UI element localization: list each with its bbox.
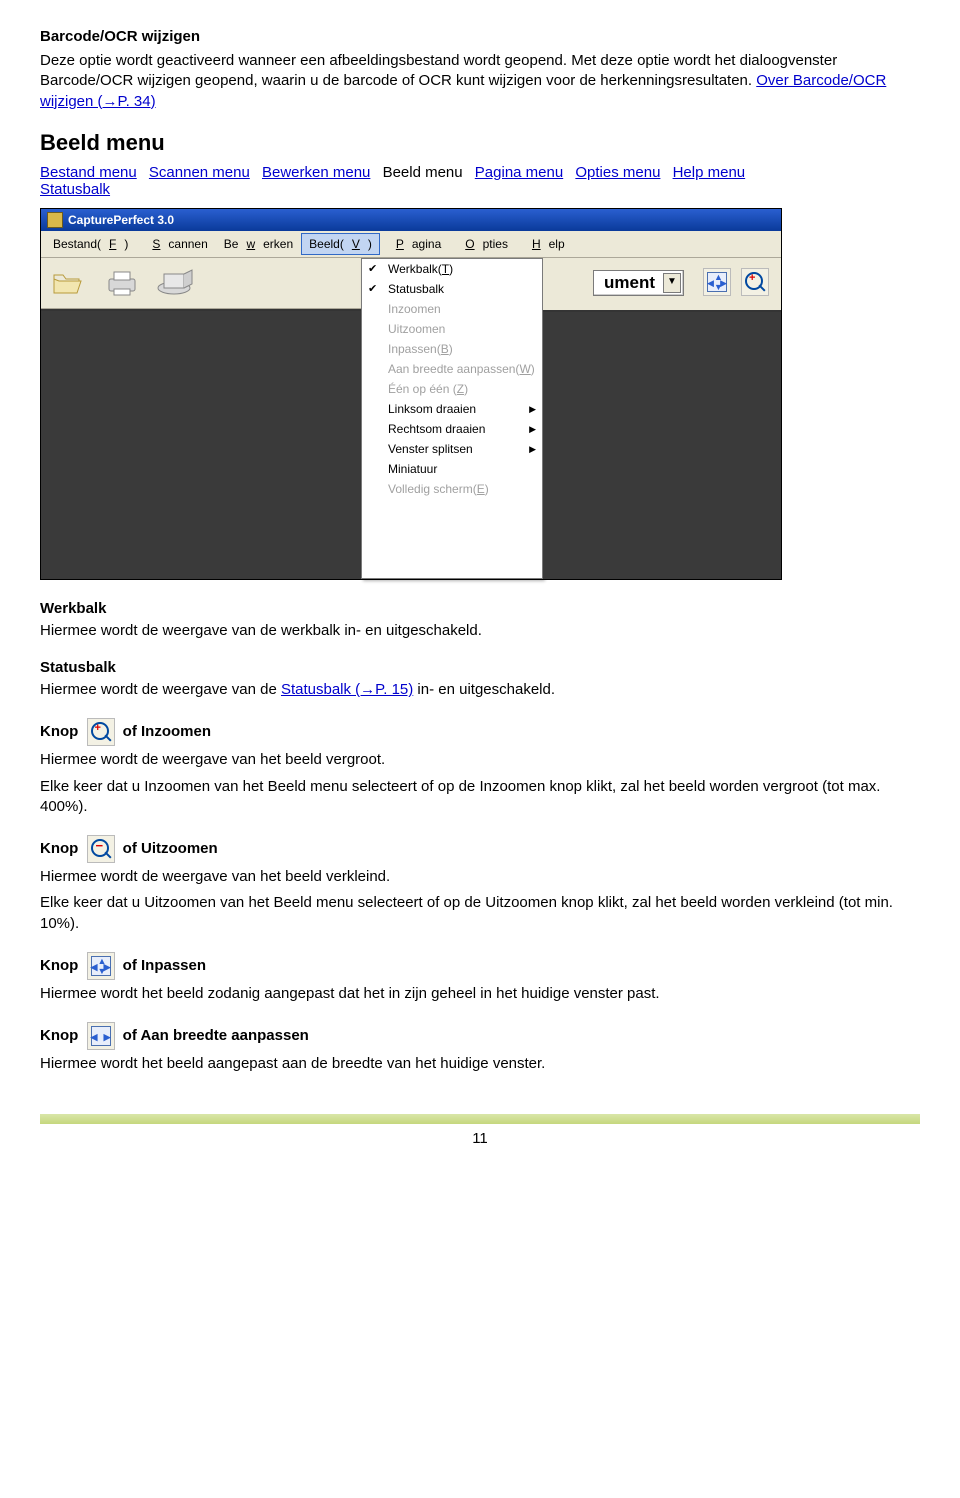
toolbar-scan-icon[interactable]	[155, 264, 197, 302]
menu-help[interactable]: Help	[516, 233, 573, 255]
link-statusbalk[interactable]: Statusbalk (→P. 15)	[281, 681, 413, 698]
knop-label: Knop	[40, 840, 78, 857]
nav-bestand[interactable]: Bestand menu	[40, 164, 137, 181]
menu-item-statusbalk[interactable]: Statusbalk	[362, 279, 542, 299]
menu-item-rechtsom-draaien[interactable]: Rechtsom draaien	[362, 419, 542, 439]
statusbalk-t1: Hiermee wordt de weergave van de	[40, 681, 281, 698]
zoom-in-icon: +	[87, 718, 115, 746]
app-screenshot: CapturePerfect 3.0 Bestand(F)ScannenBewe…	[40, 208, 920, 580]
app-icon	[47, 212, 63, 228]
statusbalk-title: Statusbalk	[40, 659, 920, 676]
nav-beeld: Beeld menu	[383, 164, 463, 181]
nav-bewerken[interactable]: Bewerken menu	[262, 164, 370, 181]
breedte-title: Knop ◀▶ of Aan breedte aanpassen	[40, 1022, 920, 1050]
menu-item-uitzoomen: Uitzoomen	[362, 319, 542, 339]
page-number: 11	[40, 1130, 920, 1147]
chevron-down-icon[interactable]: ▼	[663, 273, 681, 293]
menu-opties[interactable]: Opties	[449, 233, 516, 255]
inzoomen-l1: Hiermee wordt de weergave van het beeld …	[40, 750, 920, 770]
nav-opties[interactable]: Opties menu	[575, 164, 660, 181]
toolbar-open-icon[interactable]	[47, 264, 89, 302]
uitzoomen-l1: Hiermee wordt de weergave van het beeld …	[40, 867, 920, 887]
menu-item-miniatuur[interactable]: Miniatuur	[362, 459, 542, 479]
fit-icon: ▲▼◀▶	[87, 952, 115, 980]
beeld-dropdown: Werkbalk(T)StatusbalkInzoomenUitzoomenIn…	[361, 258, 543, 579]
top-paragraph: Deze optie wordt geactiveerd wanneer een…	[40, 51, 920, 112]
nav-scannen[interactable]: Scannen menu	[149, 164, 250, 181]
inzoomen-title: Knop + of Inzoomen	[40, 718, 920, 746]
dark-workspace-right	[543, 310, 781, 579]
menu-item-aan-breedte-aanpassen-w-: Aan breedte aanpassen(W)	[362, 359, 542, 379]
statusbalk-text: Hiermee wordt de weergave van de Statusb…	[40, 680, 920, 700]
entry-inzoomen: Knop + of Inzoomen Hiermee wordt de weer…	[40, 718, 920, 817]
toolbar	[41, 258, 361, 309]
menu-item-venster-splitsen[interactable]: Venster splitsen	[362, 439, 542, 459]
menu-scannen[interactable]: Scannen	[136, 233, 215, 255]
inpassen-suffix: of Inpassen	[123, 957, 206, 974]
fit-page-icon[interactable]: ▲▼◀▶	[703, 268, 731, 296]
zoom-out-icon: −	[87, 835, 115, 863]
heading-beeld-menu: Beeld menu	[40, 130, 920, 156]
knop-label: Knop	[40, 957, 78, 974]
toolbar-print-icon[interactable]	[101, 264, 143, 302]
fit-width-icon: ◀▶	[87, 1022, 115, 1050]
nav-pagina[interactable]: Pagina menu	[475, 164, 563, 181]
nav-statusbalk[interactable]: Statusbalk	[40, 181, 110, 198]
ument-text: ument	[604, 273, 655, 292]
werkbalk-title: Werkbalk	[40, 600, 920, 617]
footer-bar	[40, 1114, 920, 1124]
breedte-suffix: of Aan breedte aanpassen	[123, 1027, 309, 1044]
menu-item---n-op---n--z-: Één op één (Z)	[362, 379, 542, 399]
werkbalk-text: Hiermee wordt de weergave van de werkbal…	[40, 621, 920, 641]
menubar: Bestand(F)ScannenBewerkenBeeld(V)PaginaO…	[41, 231, 781, 258]
inzoomen-suffix: of Inzoomen	[123, 723, 211, 740]
menu-item-linksom-draaien[interactable]: Linksom draaien	[362, 399, 542, 419]
menu-item-inzoomen: Inzoomen	[362, 299, 542, 319]
menu-item-inpassen-b-: Inpassen(B)	[362, 339, 542, 359]
top-title: Barcode/OCR wijzigen	[40, 28, 920, 45]
document-selector[interactable]: ument ▼	[593, 270, 684, 296]
titlebar: CapturePerfect 3.0	[41, 209, 781, 231]
menu-item-werkbalk-t-[interactable]: Werkbalk(T)	[362, 259, 542, 279]
uitzoomen-l2: Elke keer dat u Uitzoomen van het Beeld …	[40, 893, 920, 934]
uitzoomen-title: Knop − of Uitzoomen	[40, 835, 920, 863]
app-title: CapturePerfect 3.0	[68, 213, 174, 227]
knop-label: Knop	[40, 723, 78, 740]
zoom-in-toolbar-icon[interactable]: +	[741, 268, 769, 296]
entry-breedte: Knop ◀▶ of Aan breedte aanpassen Hiermee…	[40, 1022, 920, 1074]
menu-beeldv[interactable]: Beeld(V)	[301, 233, 380, 255]
inpassen-title: Knop ▲▼◀▶ of Inpassen	[40, 952, 920, 980]
statusbalk-t2: in- en uitgeschakeld.	[413, 681, 555, 698]
dark-workspace-left	[41, 309, 361, 579]
nav-links: Bestand menu Scannen menu Bewerken menu …	[40, 164, 920, 198]
nav-help[interactable]: Help menu	[673, 164, 746, 181]
breedte-l1: Hiermee wordt het beeld aangepast aan de…	[40, 1054, 920, 1074]
knop-label: Knop	[40, 1027, 78, 1044]
top-text: Deze optie wordt geactiveerd wanneer een…	[40, 52, 837, 89]
menu-pagina[interactable]: Pagina	[380, 233, 449, 255]
menu-bestandf[interactable]: Bestand(F)	[45, 233, 136, 255]
uitzoomen-suffix: of Uitzoomen	[123, 840, 218, 857]
menu-item-volledig-scherm-e-: Volledig scherm(E)	[362, 479, 542, 499]
entry-inpassen: Knop ▲▼◀▶ of Inpassen Hiermee wordt het …	[40, 952, 920, 1004]
entry-werkbalk: Werkbalk Hiermee wordt de weergave van d…	[40, 600, 920, 641]
menu-bewerken[interactable]: Bewerken	[216, 233, 301, 255]
inzoomen-l2: Elke keer dat u Inzoomen van het Beeld m…	[40, 777, 920, 818]
entry-statusbalk: Statusbalk Hiermee wordt de weergave van…	[40, 659, 920, 700]
entry-uitzoomen: Knop − of Uitzoomen Hiermee wordt de wee…	[40, 835, 920, 934]
inpassen-l1: Hiermee wordt het beeld zodanig aangepas…	[40, 984, 920, 1004]
